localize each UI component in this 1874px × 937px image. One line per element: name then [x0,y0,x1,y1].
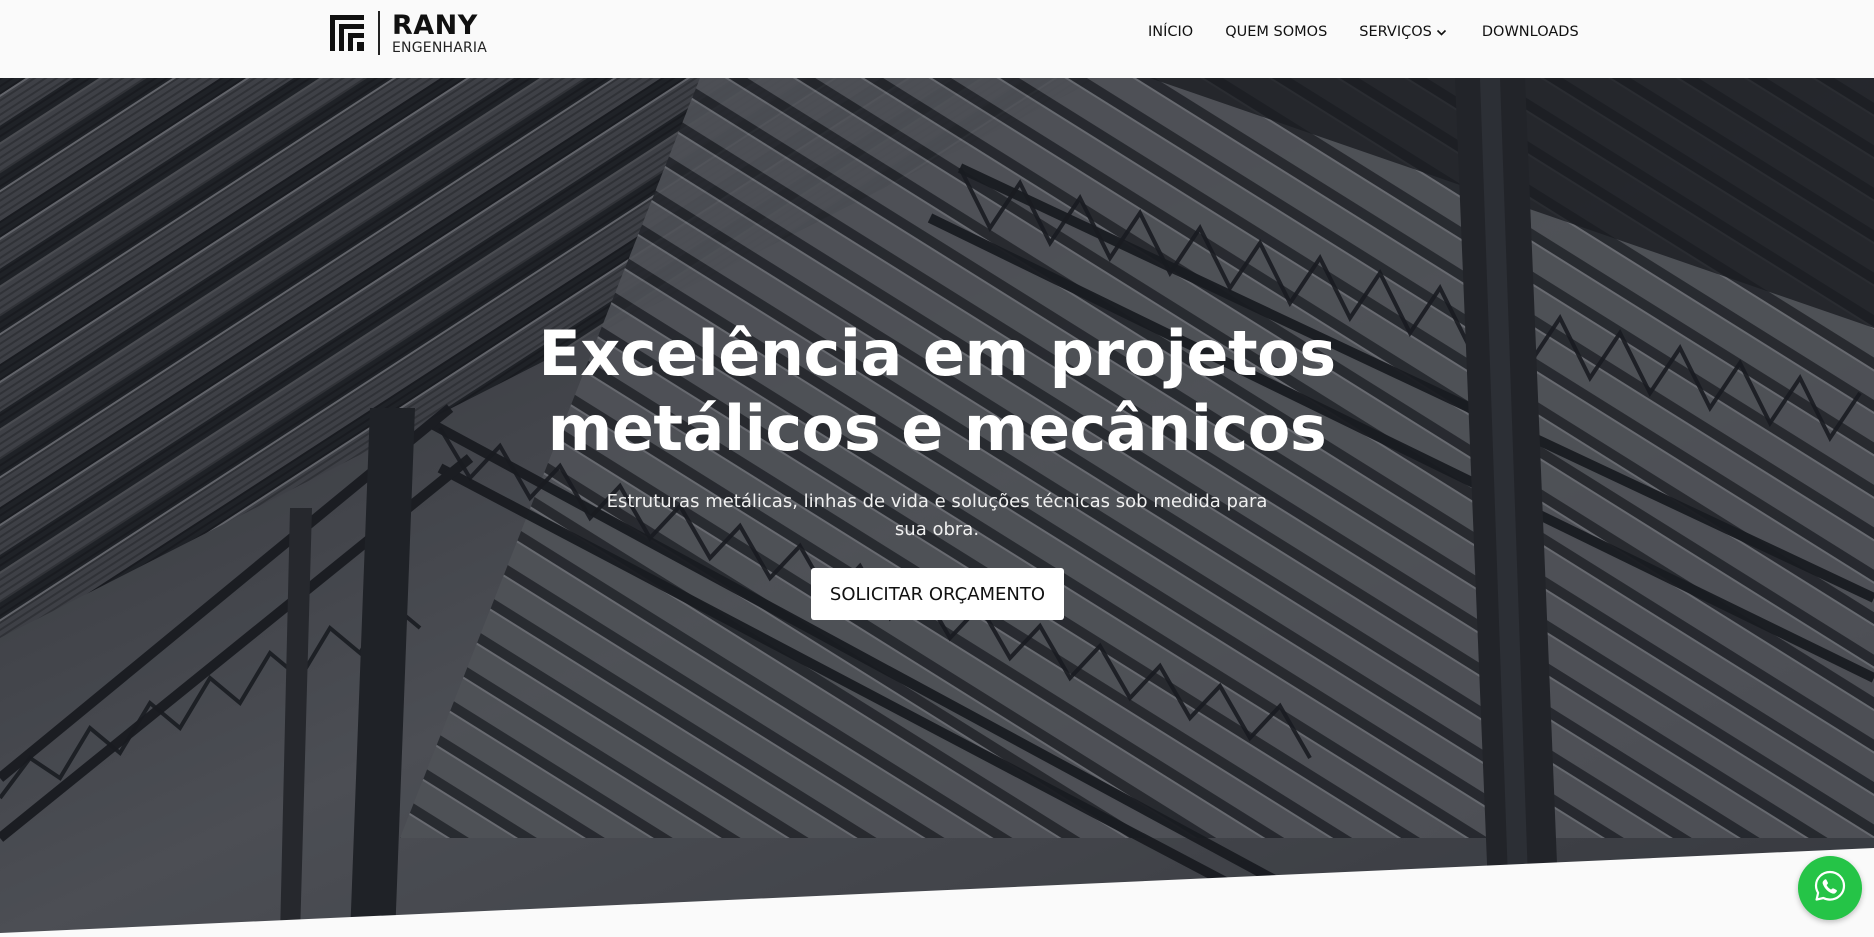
nav-item-quem-somos[interactable]: QUEM SOMOS [1225,24,1327,40]
hero-section: Excelência em projetos metálicos e mecân… [0,78,1874,937]
hero-title: Excelência em projetos metálicos e mecân… [437,316,1437,466]
logo-divider [378,11,380,55]
main-nav: INÍCIO QUEM SOMOS SERVIÇOS DOWNLOADS [1148,24,1579,40]
nav-item-servicos[interactable]: SERVIÇOS [1359,24,1448,40]
hero-subtitle: Estruturas metálicas, linhas de vida e s… [606,491,1268,540]
site-header: RANY ENGENHARIA INÍCIO QUEM SOMOS SERVIÇ… [0,0,1874,78]
nav-item-servicos-label: SERVIÇOS [1359,24,1432,40]
request-quote-button[interactable]: SOLICITAR ORÇAMENTO [811,568,1064,620]
logo-mark-icon [330,15,364,51]
whatsapp-button[interactable] [1798,856,1862,920]
whatsapp-icon [1813,869,1847,908]
logo-subtitle: ENGENHARIA [392,39,488,56]
hero-title-line-1: Excelência em projetos [538,317,1336,390]
hero-title-line-2: metálicos e mecânicos [547,392,1327,465]
logo-name: RANY [392,9,478,41]
nav-item-downloads[interactable]: DOWNLOADS [1482,24,1579,40]
logo-text: RANY ENGENHARIA [392,12,487,55]
page: RANY ENGENHARIA INÍCIO QUEM SOMOS SERVIÇ… [0,0,1874,937]
chevron-down-icon [1435,26,1448,39]
logo-link[interactable]: RANY ENGENHARIA [330,11,487,55]
nav-item-inicio[interactable]: INÍCIO [1148,24,1193,40]
